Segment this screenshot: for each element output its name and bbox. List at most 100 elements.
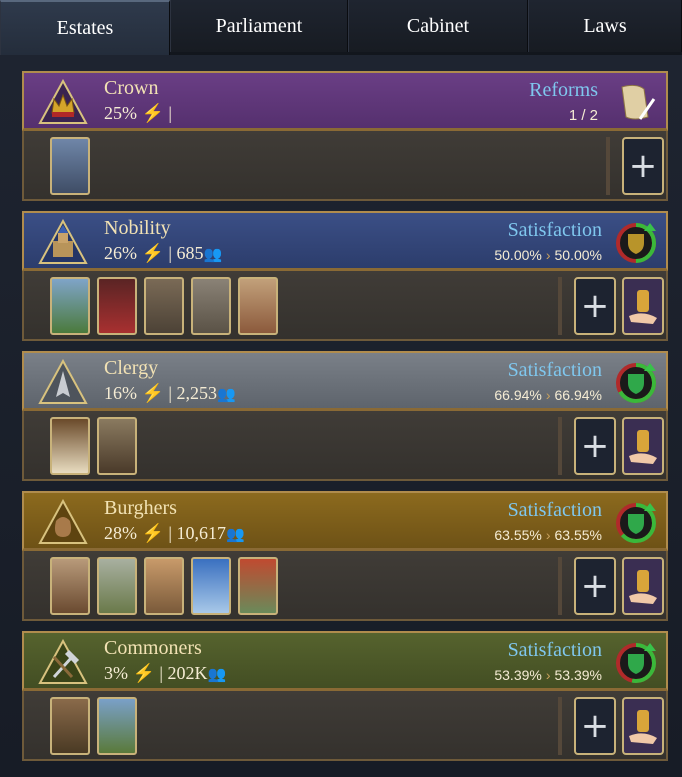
satisfaction-from: 63.55% (494, 527, 542, 543)
estate-body: + (22, 691, 668, 761)
monk-card[interactable] (97, 417, 137, 475)
satisfaction-to: 63.55% (554, 527, 602, 543)
add-button[interactable]: + (574, 697, 616, 755)
coin-hand-icon (629, 570, 657, 604)
lighthouse-card[interactable] (191, 557, 231, 615)
add-button[interactable]: + (574, 277, 616, 335)
castle-card[interactable] (144, 277, 184, 335)
estate-name: Nobility (104, 217, 171, 239)
tab-parliament[interactable]: Parliament (170, 0, 348, 52)
population-icon: 👥 (203, 247, 223, 263)
satisfaction-from: 53.39% (494, 667, 542, 683)
satisfaction-to: 50.00% (554, 247, 602, 263)
scroll-quill-icon[interactable] (614, 81, 658, 125)
estate-stats: 26% ⚡ | 685👥 (104, 243, 222, 264)
satisfaction-label[interactable]: Satisfaction (508, 219, 602, 242)
estate-burghers: Burghers 28% ⚡ | 10,617👥 Satisfaction 63… (22, 491, 668, 621)
tab-estates[interactable]: Estates (0, 0, 170, 55)
estate-body: + (22, 411, 668, 481)
coin-hand-button[interactable] (622, 417, 664, 475)
satisfaction-label[interactable]: Satisfaction (508, 639, 602, 662)
noble-lady-card[interactable] (97, 277, 137, 335)
scroll-card[interactable] (238, 277, 278, 335)
reforms-label[interactable]: Reforms (529, 79, 598, 102)
coin-hand-button[interactable] (622, 557, 664, 615)
population-icon: 👥 (226, 527, 245, 543)
tab-laws[interactable]: Laws (528, 0, 682, 52)
add-button[interactable]: + (622, 137, 664, 195)
stats-divider: | (168, 103, 173, 123)
estate-name: Crown (104, 77, 159, 99)
power-share: 16% (104, 383, 137, 403)
lightning-icon: ⚡ (141, 523, 164, 543)
satisfaction-to: 53.39% (554, 667, 602, 683)
arrow-right-icon: › (545, 667, 551, 683)
lightning-icon: ⚡ (141, 243, 164, 263)
noble-couple-card[interactable] (191, 277, 231, 335)
village-card[interactable] (97, 557, 137, 615)
satisfaction-meter-icon[interactable] (614, 501, 658, 545)
countryside-card[interactable] (50, 277, 90, 335)
satisfaction-label[interactable]: Satisfaction (508, 359, 602, 382)
bible-card[interactable] (50, 417, 90, 475)
market-card[interactable] (144, 557, 184, 615)
reforms-count: 1 / 2 (568, 107, 598, 124)
power-share: 25% (104, 103, 137, 123)
lightning-icon: ⚡ (141, 103, 164, 123)
coin-hand-button[interactable] (622, 697, 664, 755)
estate-stats: 16% ⚡ | 2,253👥 (104, 383, 236, 404)
arrow-right-icon: › (545, 247, 551, 263)
estate-body: + (22, 551, 668, 621)
divider (558, 417, 562, 475)
estate-stats: 28% ⚡ | 10,617👥 (104, 523, 245, 544)
cow-card[interactable] (97, 697, 137, 755)
satisfaction-from: 50.00% (494, 247, 542, 263)
satisfaction-from: 66.94% (494, 387, 542, 403)
lightning-icon: ⚡ (141, 383, 164, 403)
coin-hand-icon (629, 430, 657, 464)
coin-hand-icon (629, 710, 657, 744)
bear-card[interactable] (50, 557, 90, 615)
satisfaction-label[interactable]: Satisfaction (508, 499, 602, 522)
estate-name: Clergy (104, 357, 159, 379)
population-icon: 👥 (217, 387, 236, 403)
satisfaction-meter-icon[interactable] (614, 221, 658, 265)
power-share: 3% (104, 663, 128, 683)
satisfaction-values: 53.39% › 53.39% (494, 667, 602, 683)
armadillo-card[interactable] (50, 697, 90, 755)
lightning-icon: ⚡ (132, 663, 155, 683)
estate-header: Nobility 26% ⚡ | 685👥 Satisfaction 50.00… (22, 211, 668, 271)
stats-divider: | (159, 663, 164, 683)
divider (558, 557, 562, 615)
power-share: 26% (104, 243, 137, 263)
add-button[interactable]: + (574, 557, 616, 615)
estate-clergy: Clergy 16% ⚡ | 2,253👥 Satisfaction 66.94… (22, 351, 668, 481)
stats-divider: | (168, 523, 173, 543)
king-portrait-card[interactable] (50, 137, 90, 195)
estate-name: Commoners (104, 637, 202, 659)
tab-cabinet[interactable]: Cabinet (348, 0, 528, 52)
estate-body: + (22, 271, 668, 341)
estate-header: Burghers 28% ⚡ | 10,617👥 Satisfaction 63… (22, 491, 668, 551)
population-count: 685 (176, 243, 204, 263)
population-count: 2,253 (176, 383, 218, 403)
coin-hand-icon (629, 290, 657, 324)
estate-crown: Crown 25% ⚡ | Reforms 1 / 2 + (22, 71, 668, 201)
satisfaction-to: 66.94% (554, 387, 602, 403)
satisfaction-meter-icon[interactable] (614, 641, 658, 685)
temple-card[interactable] (238, 557, 278, 615)
add-button[interactable]: + (574, 417, 616, 475)
praying-hands-emblem-icon (38, 359, 88, 404)
satisfaction-meter-icon[interactable] (614, 361, 658, 405)
divider (558, 697, 562, 755)
coin-hand-button[interactable] (622, 277, 664, 335)
estate-name: Burghers (104, 497, 177, 519)
satisfaction-values: 50.00% › 50.00% (494, 247, 602, 263)
divider (558, 277, 562, 335)
population-count: 10,617 (176, 523, 227, 543)
divider (606, 137, 610, 195)
estate-header: Clergy 16% ⚡ | 2,253👥 Satisfaction 66.94… (22, 351, 668, 411)
stats-divider: | (168, 243, 173, 263)
population-icon: 👥 (207, 667, 227, 683)
satisfaction-values: 63.55% › 63.55% (494, 527, 602, 543)
